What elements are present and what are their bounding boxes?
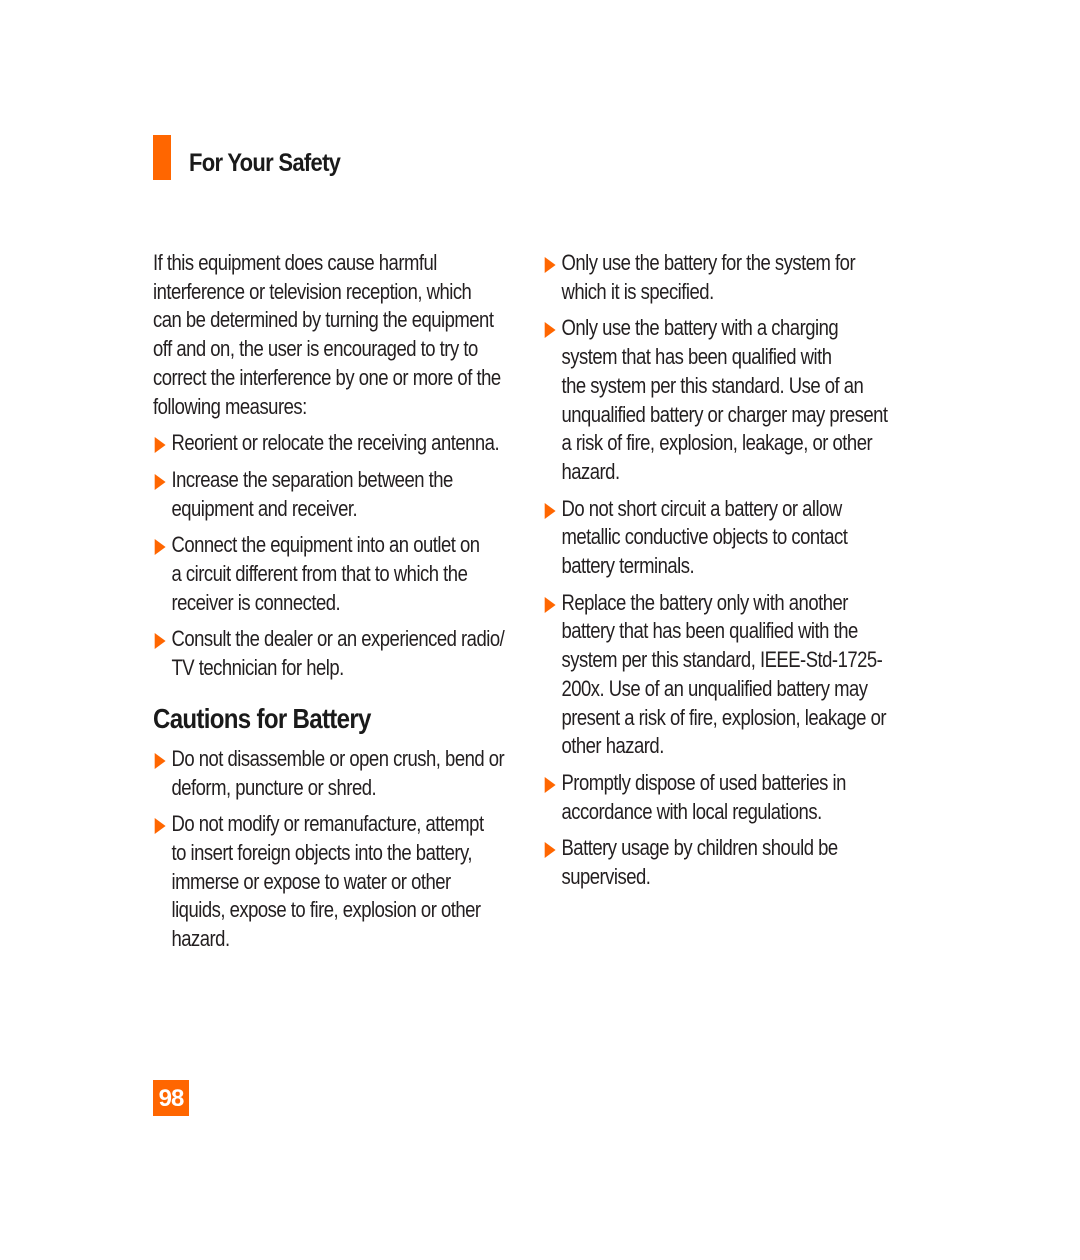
intro-line: correct the interference by one or more … (153, 364, 501, 390)
list-item-line: system that has been qualified with (561, 344, 832, 370)
list-item-line: liquids, expose to fire, explosion or ot… (171, 897, 481, 923)
list-item-line: accordance with local regulations. (561, 798, 822, 824)
cautions-list-right: Only use the battery for the system for w… (543, 249, 923, 892)
measures-list: Reorient or relocate the receiving anten… (153, 429, 533, 683)
list-item-line: receiver is connected. (171, 589, 341, 615)
list-item-line: Only use the battery for the system for (561, 250, 856, 275)
bullet-arrow-icon (154, 818, 166, 835)
caution-list-item: Promptly dispose of used batteries in acc… (543, 769, 923, 826)
list-item-line: Reorient or relocate the receiving anten… (171, 430, 500, 456)
list-item-line: Only use the battery with a charging (561, 315, 839, 341)
list-item-line: present a risk of fire, explosion, leaka… (561, 704, 886, 730)
caution-list-item: Do not modify or remanufacture, attempt t… (153, 810, 533, 954)
list-item-line: Do not disassemble or open crush, bend o… (171, 745, 505, 771)
list-item-line: Do not modify or remanufacture, attempt (171, 811, 484, 837)
bullet-arrow-icon (544, 502, 556, 519)
intro-line: following measures: (153, 393, 307, 419)
list-item-line: Connect the equipment into an outlet on (171, 532, 480, 558)
intro-paragraph: If this equipment does cause harmful inte… (153, 249, 514, 421)
section-title-cautions: Cautions for Battery (153, 702, 371, 734)
list-item-line: Promptly dispose of used batteries in (561, 769, 846, 795)
section-marker-bar (153, 135, 171, 180)
right-column: Only use the battery for the system for w… (543, 249, 923, 900)
measure-list-item: Reorient or relocate the receiving anten… (153, 429, 533, 458)
list-item-line: battery terminals. (561, 553, 695, 579)
bullet-arrow-icon (154, 539, 166, 556)
bullet-arrow-icon (544, 322, 556, 339)
intro-line: interference or television reception, wh… (153, 278, 472, 304)
bullet-arrow-icon (544, 842, 556, 859)
bullet-arrow-icon (544, 776, 556, 793)
caution-list-item: Do not short circuit a battery or allow m… (543, 495, 923, 581)
list-item-line: other hazard. (561, 733, 664, 759)
list-item-line: immerse or expose to water or other (171, 868, 451, 894)
list-item-line: TV technician for help. (171, 655, 344, 681)
caution-list-item: Only use the battery for the system for w… (543, 249, 923, 306)
measure-list-item: Consult the dealer or an experienced rad… (153, 625, 533, 682)
list-item-line: Do not short circuit a battery or allow (561, 495, 842, 521)
cautions-list-left: Do not disassemble or open crush, bend o… (153, 745, 533, 954)
measure-list-item: Increase the separation between the equip… (153, 466, 533, 523)
list-item-line: metallic conductive objects to contact (561, 524, 848, 550)
bullet-arrow-icon (154, 437, 166, 454)
list-item-line: Battery usage by children should be (561, 835, 838, 861)
page-header-title: For Your Safety (189, 149, 341, 177)
list-item-line: deform, puncture or shred. (171, 774, 377, 800)
intro-line: off and on, the user is encouraged to tr… (153, 336, 478, 362)
list-item-line: equipment and receiver. (171, 495, 358, 521)
list-item-line: Replace the battery only with another (561, 589, 848, 615)
page-number-badge: 98 (153, 1080, 189, 1116)
list-item-line: the system per this standard. Use of an (561, 372, 864, 398)
list-item-line: a risk of fire, explosion, leakage, or o… (561, 430, 873, 456)
list-item-line: supervised. (561, 864, 651, 890)
list-item-line: a circuit different from that to which t… (171, 561, 468, 587)
list-item-line: battery that has been qualified with the (561, 618, 858, 644)
list-item-line: hazard. (171, 926, 230, 952)
caution-list-item: Do not disassemble or open crush, bend o… (153, 745, 533, 802)
bullet-arrow-icon (154, 473, 166, 490)
bullet-arrow-icon (154, 752, 166, 769)
list-item-line: system per this standard, IEEE-Std-1725- (561, 647, 883, 673)
caution-list-item: Battery usage by children should be super… (543, 834, 923, 891)
bullet-arrow-icon (544, 596, 556, 613)
list-item-line: which it is specified. (561, 278, 714, 304)
bullet-arrow-icon (544, 257, 556, 273)
measure-list-item: Connect the equipment into an outlet on a… (153, 531, 533, 617)
bullet-arrow-icon (154, 633, 166, 650)
intro-line: If this equipment does cause harmful (153, 250, 437, 275)
caution-list-item: Only use the battery with a charging syst… (543, 314, 923, 486)
left-column: If this equipment does cause harmful inte… (153, 249, 533, 962)
intro-line: can be determined by turning the equipme… (153, 307, 494, 333)
list-item-line: Increase the separation between the (171, 466, 453, 492)
caution-list-item: Replace the battery only with another bat… (543, 589, 923, 761)
list-item-line: Consult the dealer or an experienced rad… (171, 626, 505, 652)
list-item-line: 200x. Use of an unqualified battery may (561, 675, 868, 701)
list-item-line: unqualified battery or charger may prese… (561, 401, 888, 427)
list-item-line: to insert foreign objects into the batte… (171, 839, 473, 865)
list-item-line: hazard. (561, 458, 620, 484)
